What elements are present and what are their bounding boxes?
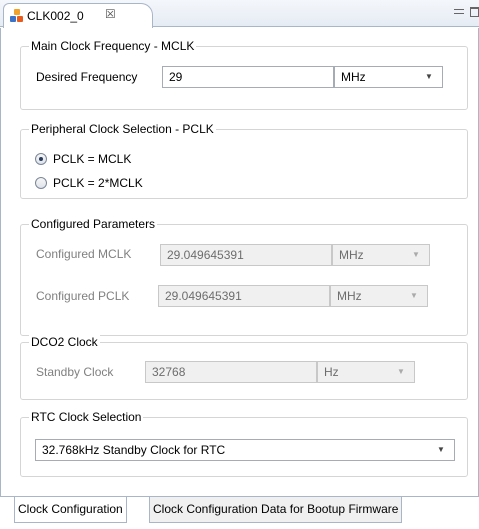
group-configured-legend: Configured Parameters <box>29 216 158 232</box>
group-main-clock: Main Clock Frequency - MCLK Desired Freq… <box>20 38 468 110</box>
close-icon[interactable]: ☒ <box>105 7 116 21</box>
standby-clock-label: Standby Clock <box>36 365 114 379</box>
editor-tab-title: CLK002_0 <box>27 9 84 23</box>
view-controls <box>454 4 479 18</box>
group-main-clock-legend: Main Clock Frequency - MCLK <box>29 38 197 54</box>
chevron-down-icon: ▼ <box>410 291 418 300</box>
radio-pclk-mclk-label: PCLK = MCLK <box>53 152 132 166</box>
chevron-down-icon: ▼ <box>412 250 420 259</box>
editor-tab[interactable]: CLK002_0 ☒ <box>3 3 153 28</box>
group-peripheral-clock-legend: Peripheral Clock Selection - PCLK <box>29 121 216 137</box>
standby-clock-unit-value: Hz <box>324 365 339 379</box>
configured-pclk-unit-value: MHz <box>337 289 362 303</box>
desired-frequency-unit-value: MHz <box>341 70 366 84</box>
configured-mclk-unit-value: MHz <box>339 248 364 262</box>
minimize-icon[interactable] <box>454 9 464 15</box>
tab-clock-configuration[interactable]: Clock Configuration <box>14 497 127 523</box>
chevron-down-icon: ▼ <box>425 72 433 81</box>
component-icon <box>10 9 24 23</box>
group-rtc-clock: RTC Clock Selection 32.768kHz Standby Cl… <box>20 409 468 477</box>
tab-clock-configuration-bootup[interactable]: Clock Configuration Data for Bootup Firm… <box>149 497 403 523</box>
desired-frequency-input[interactable]: 29 <box>162 66 334 88</box>
desired-frequency-label: Desired Frequency <box>36 70 138 84</box>
rtc-clock-selected-value: 32.768kHz Standby Clock for RTC <box>42 443 226 457</box>
chevron-down-icon: ▼ <box>397 367 405 376</box>
configured-pclk-label: Configured PCLK <box>36 289 130 303</box>
chevron-down-icon: ▼ <box>437 445 445 454</box>
editor-tab-bar: CLK002_0 ☒ <box>0 0 479 28</box>
configured-mclk-unit-select: MHz ▼ <box>332 244 430 266</box>
desired-frequency-unit-select[interactable]: MHz ▼ <box>334 66 443 88</box>
group-rtc-legend: RTC Clock Selection <box>29 409 144 425</box>
group-configured-parameters: Configured Parameters Configured MCLK 29… <box>20 216 468 336</box>
standby-clock-unit-select: Hz ▼ <box>317 361 415 383</box>
standby-clock-field: 32768 <box>145 361 317 383</box>
radio-unselected-icon <box>35 177 47 189</box>
configured-mclk-label: Configured MCLK <box>36 247 132 261</box>
radio-pclk-mclk[interactable]: PCLK = MCLK <box>35 151 131 167</box>
rtc-clock-select[interactable]: 32.768kHz Standby Clock for RTC ▼ <box>35 439 455 461</box>
editor-content: Main Clock Frequency - MCLK Desired Freq… <box>0 28 479 496</box>
group-peripheral-clock: Peripheral Clock Selection - PCLK PCLK =… <box>20 121 468 199</box>
configured-mclk-field: 29.049645391 <box>160 244 332 266</box>
configured-pclk-unit-select: MHz ▼ <box>330 285 428 307</box>
group-dco2-legend: DCO2 Clock <box>29 334 100 350</box>
radio-pclk-2mclk-label: PCLK = 2*MCLK <box>53 176 143 190</box>
radio-selected-icon <box>35 153 47 165</box>
radio-pclk-2mclk[interactable]: PCLK = 2*MCLK <box>35 175 143 191</box>
maximize-icon[interactable] <box>470 6 479 17</box>
bottom-tab-bar: Clock Configuration Clock Configuration … <box>0 496 479 529</box>
configured-pclk-field: 29.049645391 <box>158 285 330 307</box>
group-dco2-clock: DCO2 Clock Standby Clock 32768 Hz ▼ <box>20 334 468 400</box>
